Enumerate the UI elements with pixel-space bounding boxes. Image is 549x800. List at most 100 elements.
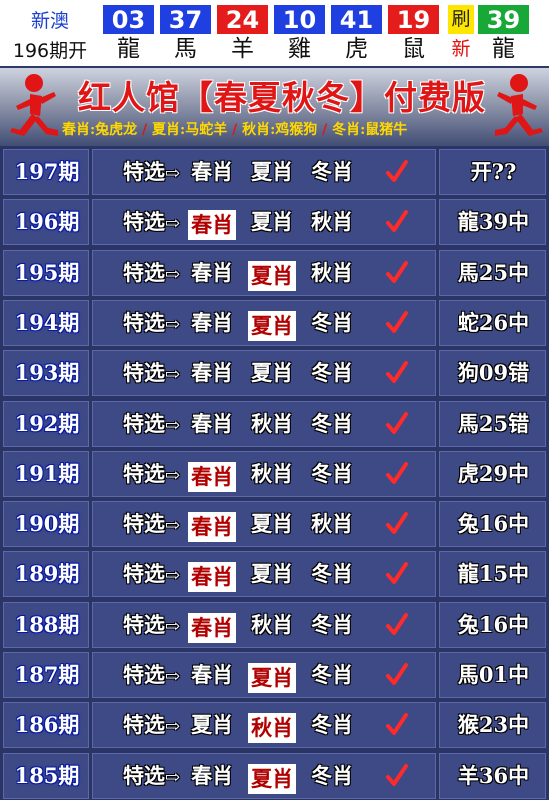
pick-prefix: 特选 xyxy=(123,209,165,234)
refresh-label-top[interactable]: 刷 xyxy=(448,5,474,34)
lottery-name: 新澳 xyxy=(30,10,69,32)
arrow-right-icon: ⇨ xyxy=(165,364,181,385)
issue-number: 190期 xyxy=(14,511,80,536)
table-row: 188期 特选⇨ 春肖 秋肖 冬肖 兔16中 xyxy=(0,599,549,648)
season-pick: 秋肖 xyxy=(251,612,294,637)
result-text: 开?? xyxy=(470,159,517,184)
table-row: 190期 特选⇨ 春肖 夏肖 秋肖 兔16中 xyxy=(0,498,549,547)
season-pick: 秋肖 xyxy=(311,511,354,536)
season-zodiac-group: 秋肖:鸡猴狗 xyxy=(242,122,318,138)
prediction-cell: 特选⇨ 夏肖 秋肖 冬肖 xyxy=(92,702,436,748)
table-row: 187期 特选⇨ 春肖 夏肖 冬肖 馬01中 xyxy=(0,649,549,698)
season-pick: 冬肖 xyxy=(311,712,354,737)
checkmark-icon xyxy=(385,310,409,336)
prediction-cell: 特选⇨ 春肖 夏肖 秋肖 xyxy=(92,250,436,296)
season-pick: 秋肖 xyxy=(251,411,294,436)
season-zodiac-group: 冬肖:鼠猪牛 xyxy=(332,122,408,138)
result-text: 羊36中 xyxy=(457,763,530,788)
season-pick-hit: 夏肖 xyxy=(248,260,297,291)
result-ball: 37 馬 xyxy=(160,5,211,63)
refresh-label-bottom[interactable]: 新 xyxy=(448,35,474,63)
result-cell: 虎29中 xyxy=(439,451,546,497)
result-text: 蛇26中 xyxy=(457,310,530,335)
running-man-icon xyxy=(495,74,543,136)
season-zodiac-group: 夏肖:马蛇羊 xyxy=(152,122,228,138)
season-pick: 春肖 xyxy=(191,411,234,436)
checkmark-icon xyxy=(385,763,409,789)
result-ball: 39 龍 xyxy=(478,5,529,63)
table-row: 192期 特选⇨ 春肖 秋肖 冬肖 馬25错 xyxy=(0,398,549,447)
issue-cell: 195期 xyxy=(3,250,89,296)
checkmark-icon xyxy=(385,612,409,638)
banner-title: 红人馆【春夏秋冬】付费版 xyxy=(78,78,486,117)
season-pick: 冬肖 xyxy=(311,561,354,586)
season-pick-hit: 夏肖 xyxy=(248,310,297,341)
pick-prefix: 特选 xyxy=(123,411,165,436)
result-ball: 41 虎 xyxy=(331,5,382,63)
pick-prefix: 特选 xyxy=(123,260,165,285)
checkmark-icon xyxy=(385,360,409,386)
season-pick: 夏肖 xyxy=(251,511,294,536)
checkmark-icon xyxy=(385,209,409,235)
ball-number: 41 xyxy=(331,5,382,34)
arrow-right-icon: ⇨ xyxy=(165,415,181,436)
result-cell: 馬25中 xyxy=(439,250,546,296)
season-pick-hit: 春肖 xyxy=(188,511,237,542)
banner-subtitle: 春肖:兔虎龙 / 夏肖:马蛇羊 / 秋肖:鸡猴狗 / 冬肖:鼠猪牛 xyxy=(62,119,542,139)
checkmark-icon xyxy=(385,461,409,487)
issue-cell: 186期 xyxy=(3,702,89,748)
arrow-right-icon: ⇨ xyxy=(165,515,181,536)
result-cell: 开?? xyxy=(439,149,546,195)
prediction-cell: 特选⇨ 春肖 夏肖 冬肖 xyxy=(92,300,436,346)
table-row: 194期 特选⇨ 春肖 夏肖 冬肖 蛇26中 xyxy=(0,297,549,346)
season-pick: 冬肖 xyxy=(311,411,354,436)
arrow-right-icon: ⇨ xyxy=(165,616,181,637)
arrow-right-icon: ⇨ xyxy=(165,163,181,184)
result-cell: 兔16中 xyxy=(439,602,546,648)
table-row: 191期 特选⇨ 春肖 秋肖 冬肖 虎29中 xyxy=(0,448,549,497)
prediction-table: 197期 特选⇨ 春肖 夏肖 冬肖 开?? 196期 特选⇨ 春肖 夏肖 秋肖 龍39中 195期 特选⇨… xyxy=(0,146,549,800)
result-ball: 03 龍 xyxy=(103,5,154,63)
result-cell: 馬01中 xyxy=(439,652,546,698)
issue-number: 186期 xyxy=(14,712,80,737)
season-pick-hit: 春肖 xyxy=(188,612,237,643)
result-cell: 蛇26中 xyxy=(439,300,546,346)
pick-prefix: 特选 xyxy=(123,159,165,184)
ball-number: 19 xyxy=(388,5,439,34)
result-text: 馬25中 xyxy=(457,260,530,285)
season-pick: 春肖 xyxy=(191,360,234,385)
issue-cell: 197期 xyxy=(3,149,89,195)
season-pick: 夏肖 xyxy=(251,561,294,586)
checkmark-icon xyxy=(385,411,409,437)
prediction-cell: 特选⇨ 春肖 秋肖 冬肖 xyxy=(92,602,436,648)
pick-prefix: 特选 xyxy=(123,310,165,335)
arrow-right-icon: ⇨ xyxy=(165,666,181,687)
refresh-button[interactable]: 刷 新 xyxy=(448,5,474,63)
checkmark-icon xyxy=(385,260,409,286)
issue-number: 187期 xyxy=(14,662,80,687)
result-text: 龍15中 xyxy=(457,561,530,586)
ball-number: 24 xyxy=(217,5,268,34)
result-text: 馬01中 xyxy=(457,662,530,687)
issue-number: 191期 xyxy=(14,461,80,486)
issue-number: 188期 xyxy=(14,612,80,637)
ball-zodiac: 龍 xyxy=(117,36,140,62)
result-text: 虎29中 xyxy=(457,461,530,486)
result-text: 兔16中 xyxy=(457,511,530,536)
table-row: 197期 特选⇨ 春肖 夏肖 冬肖 开?? xyxy=(0,146,549,195)
ball-number: 39 xyxy=(478,5,529,34)
ball-number: 03 xyxy=(103,5,154,34)
table-row: 186期 特选⇨ 夏肖 秋肖 冬肖 猴23中 xyxy=(0,699,549,748)
issue-number: 193期 xyxy=(14,360,80,385)
result-ball: 24 羊 xyxy=(217,5,268,63)
season-pick-hit: 夏肖 xyxy=(248,763,297,794)
draw-label: 196期开 xyxy=(12,40,88,62)
pick-prefix: 特选 xyxy=(123,511,165,536)
separator-slash: / xyxy=(317,122,333,138)
ball-zodiac: 鼠 xyxy=(402,36,425,62)
prediction-cell: 特选⇨ 春肖 夏肖 冬肖 xyxy=(92,350,436,396)
season-pick: 冬肖 xyxy=(311,159,354,184)
prediction-cell: 特选⇨ 春肖 夏肖 冬肖 xyxy=(92,149,436,195)
prediction-cell: 特选⇨ 春肖 夏肖 冬肖 xyxy=(92,652,436,698)
checkmark-icon xyxy=(385,662,409,688)
